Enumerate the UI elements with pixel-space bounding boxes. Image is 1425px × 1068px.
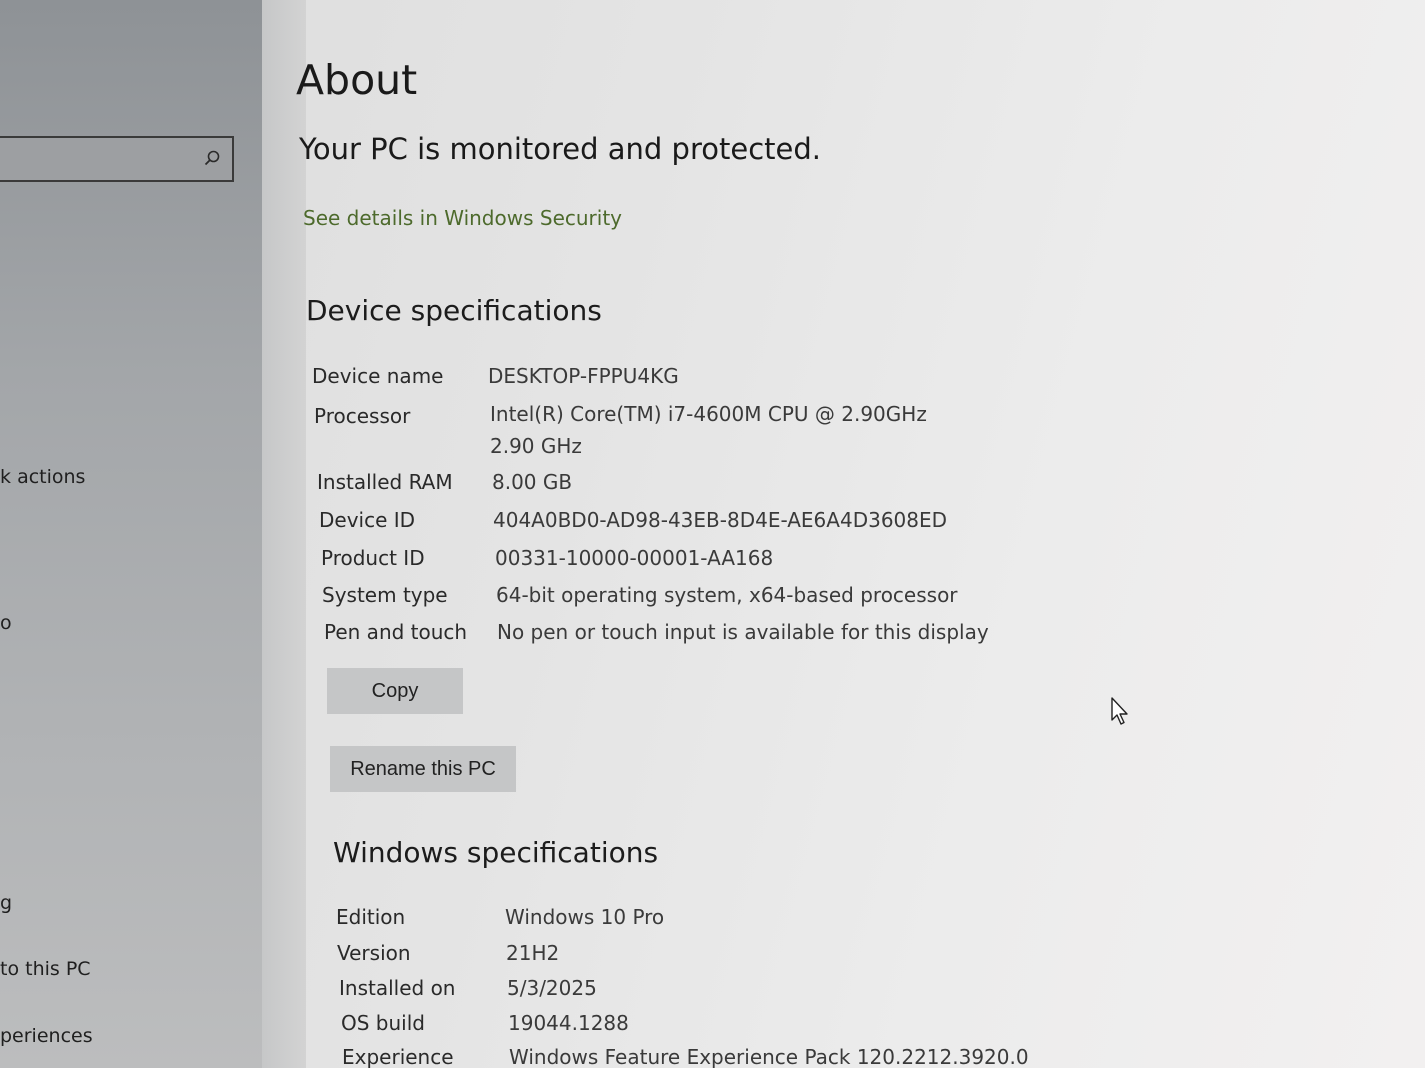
spec-label: Pen and touch [324, 620, 468, 644]
copy-button[interactable]: Copy [327, 668, 463, 714]
sidebar-item-label: actions [17, 466, 86, 488]
sidebar-item-label: to this PC [0, 958, 91, 980]
spec-label: Experience [342, 1045, 454, 1068]
page-title: About [296, 56, 418, 104]
spec-value: Windows 10 Pro [505, 905, 665, 929]
search-input[interactable] [0, 136, 234, 182]
sidebar-item-actions[interactable]: k actions [0, 466, 85, 488]
spec-value: 404A0BD0-AD98-43EB-8D4E-AE6A4D3608ED [493, 508, 948, 532]
spec-label: Device ID [319, 508, 416, 532]
spec-value: 00331-10000-00001-AA168 [495, 546, 774, 570]
sidebar-item-partial[interactable]: o [0, 612, 12, 634]
mouse-pointer-icon [1111, 697, 1128, 725]
windows-specs-heading: Windows specifications [333, 836, 659, 869]
spec-value: No pen or touch input is available for t… [497, 620, 989, 644]
spec-value: Intel(R) Core(TM) i7-4600M CPU @ 2.90GHz… [490, 402, 927, 458]
spec-label: Processor [314, 404, 411, 428]
sidebar-item-prefix: o [0, 612, 12, 634]
protection-status: Your PC is monitored and protected. [299, 132, 821, 166]
spec-label: Installed RAM [317, 470, 453, 494]
spec-value: 64-bit operating system, x64-based proce… [496, 583, 958, 607]
spec-label: Edition [336, 905, 406, 929]
search-icon [204, 150, 220, 166]
spec-value: DESKTOP-FPPU4KG [488, 364, 679, 388]
sidebar: k actions o g to this PC periences [0, 0, 262, 1068]
about-page: About Your PC is monitored and protected… [296, 0, 1416, 1068]
spec-value: 8.00 GB [492, 470, 573, 494]
sidebar-item-shared-experiences[interactable]: periences [0, 1025, 93, 1047]
spec-value: Windows Feature Experience Pack 120.2212… [509, 1045, 1029, 1068]
spec-label: Product ID [321, 546, 425, 570]
sidebar-item-prefix: g [0, 892, 13, 914]
device-specs-heading: Device specifications [306, 294, 602, 327]
spec-label: System type [322, 583, 448, 607]
spec-value: 5/3/2025 [507, 976, 597, 1000]
spec-value: 19044.1288 [508, 1011, 629, 1035]
spec-label: Installed on [339, 976, 456, 1000]
rename-pc-button[interactable]: Rename this PC [330, 746, 516, 792]
sidebar-item-projecting[interactable]: to this PC [0, 958, 91, 980]
windows-security-link[interactable]: See details in Windows Security [303, 206, 622, 230]
sidebar-item-prefix: k [0, 466, 12, 488]
settings-window: k actions o g to this PC periences About… [0, 0, 1425, 1068]
spec-label: OS build [341, 1011, 425, 1035]
sidebar-item-label: periences [0, 1025, 93, 1047]
spec-label: Version [337, 941, 411, 965]
spec-label: Device name [312, 364, 444, 388]
spec-value: 21H2 [506, 941, 560, 965]
sidebar-item-partial[interactable]: g [0, 892, 12, 914]
